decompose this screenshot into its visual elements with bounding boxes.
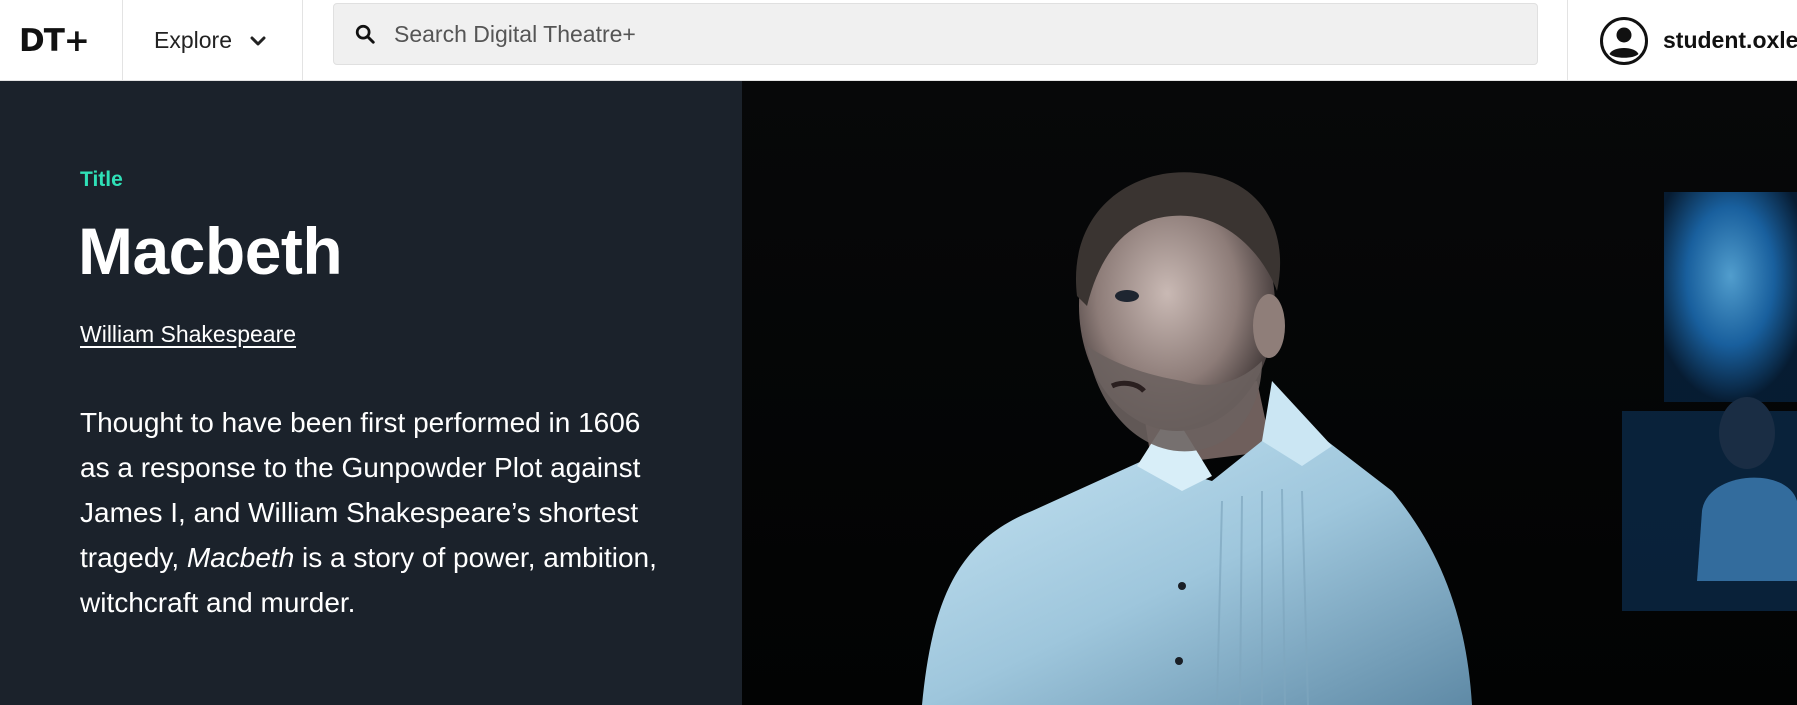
top-bar: DT+ Explore student.oxle — [0, 0, 1797, 81]
user-name: student.oxle — [1663, 27, 1797, 53]
actor-photo — [742, 81, 1797, 705]
author-link[interactable]: William Shakespeare — [80, 321, 296, 348]
explore-label: Explore — [154, 27, 232, 53]
search-input[interactable] — [394, 20, 1494, 48]
explore-menu-button[interactable]: Explore — [123, 0, 303, 81]
page-title: Macbeth — [78, 214, 343, 288]
search-icon — [355, 24, 375, 44]
chevron-down-icon — [250, 36, 266, 45]
title-description: Thought to have been first performed in … — [80, 400, 660, 625]
title-info-panel: Title Macbeth William Shakespeare Though… — [0, 81, 742, 705]
search-bar — [333, 3, 1538, 65]
content-type-label: Title — [80, 168, 123, 191]
dt-plus-logo[interactable]: DT+ — [0, 0, 123, 81]
user-circle-icon — [1600, 16, 1648, 65]
user-account-button[interactable]: student.oxle — [1567, 0, 1797, 81]
hero-production-image — [742, 81, 1797, 705]
description-italic-title: Macbeth — [186, 542, 295, 573]
